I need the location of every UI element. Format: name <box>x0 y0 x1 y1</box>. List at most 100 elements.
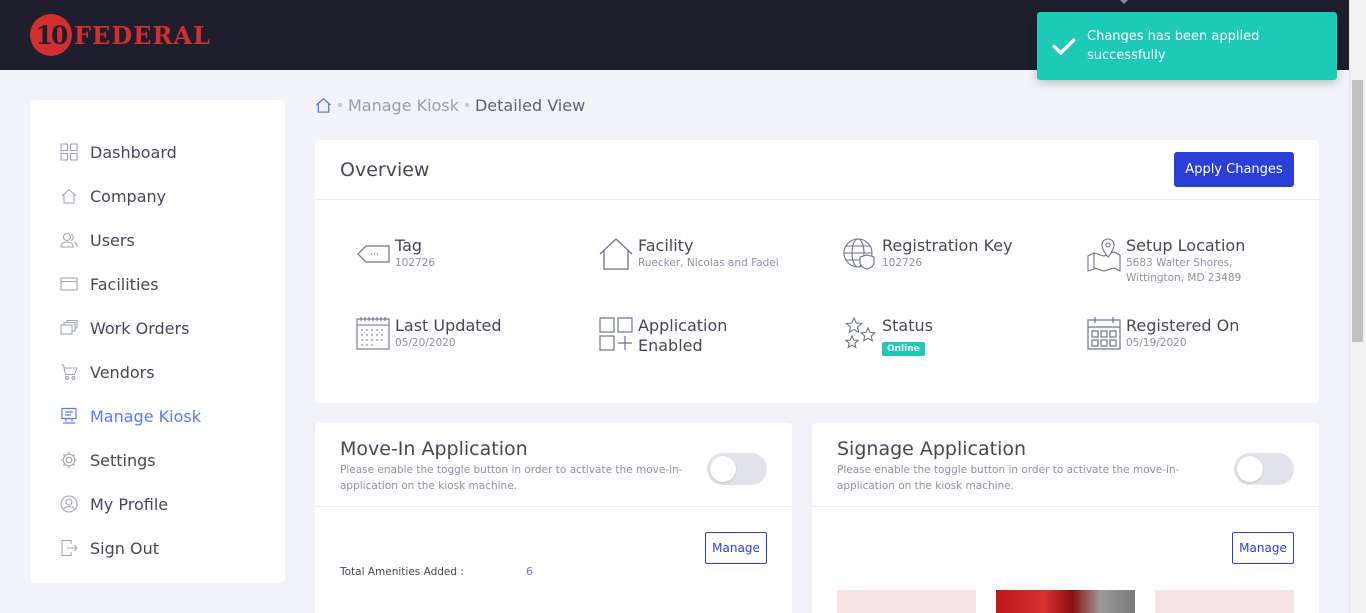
success-toast[interactable]: Changes has been applied successfully <box>1037 12 1337 80</box>
breadcrumb-separator <box>464 103 469 107</box>
registration-key-label: Registration Key <box>882 236 1013 255</box>
signage-thumbnail[interactable] <box>1155 590 1294 613</box>
sidebar-item-label: My Profile <box>90 494 169 514</box>
tag-value: 102726 <box>395 257 436 269</box>
tag-icon <box>357 245 390 263</box>
amenities-label: Total Amenities Added : <box>340 566 464 578</box>
sidebar-item-users[interactable]: Users <box>30 218 285 262</box>
sidebar-item-label: Work Orders <box>90 318 190 338</box>
grid-icon <box>60 143 78 161</box>
sidebar-item-vendors[interactable]: Vendors <box>30 350 285 394</box>
amenities-value: 6 <box>526 565 533 578</box>
facility-value: Ruecker, Nicolas and Fadel <box>638 257 779 269</box>
globe-shield-icon <box>843 238 875 270</box>
brand-logo[interactable]: 10 FEDERAL <box>30 13 211 57</box>
facility-label: Facility <box>638 236 694 255</box>
sidebar-item-label: Facilities <box>90 274 159 294</box>
facility-info: Facility Ruecker, Nicolas and Fadel <box>598 236 779 272</box>
check-icon <box>1052 38 1076 55</box>
overview-header: Overview Apply Changes <box>315 140 1319 200</box>
sidebar-item-sign-out[interactable]: Sign Out <box>30 526 285 570</box>
move-in-toggle[interactable] <box>707 453 767 485</box>
sidebar-item-company[interactable]: Company <box>30 174 285 218</box>
sidebar-item-work-orders[interactable]: Work Orders <box>30 306 285 350</box>
toggle-knob <box>1237 456 1263 482</box>
setup-location-info: Setup Location 5683 Walter Shores, Witti… <box>1086 236 1245 286</box>
apply-changes-button[interactable]: Apply Changes <box>1174 152 1294 187</box>
sidebar-item-label: Sign Out <box>90 538 159 558</box>
status-info: Status Online <box>842 316 933 356</box>
toast-message: Changes has been applied successfully <box>1087 29 1260 63</box>
application-info: Application Enabled <box>598 316 727 356</box>
sidebar-item-my-profile[interactable]: My Profile <box>30 482 285 526</box>
signage-toggle[interactable] <box>1234 453 1294 485</box>
setup-location-line2: Wittington, MD 23489 <box>1126 272 1242 284</box>
kiosk-icon <box>61 407 77 424</box>
scrollbar-thumb[interactable] <box>1352 80 1363 342</box>
sidebar-item-settings[interactable]: Settings <box>30 438 285 482</box>
calendar-icon <box>356 317 390 350</box>
tag-label: Tag <box>395 236 423 255</box>
signage-thumbnail[interactable] <box>996 590 1135 613</box>
cart-icon <box>61 364 78 380</box>
last-updated-info: Last Updated 05/20/2020 <box>355 316 502 352</box>
sidebar: Dashboard Company Users Facilities Work … <box>30 100 285 583</box>
sidebar-item-label: Dashboard <box>90 142 177 162</box>
breadcrumb: Manage Kiosk Detailed View <box>315 94 585 116</box>
home-icon[interactable] <box>315 97 332 114</box>
last-updated-value: 05/20/2020 <box>395 337 456 349</box>
move-in-header: Move-In Application Please enable the to… <box>315 423 792 507</box>
tag-info: Tag 102726 <box>355 236 435 272</box>
gear-icon <box>61 452 77 468</box>
status-label: Status <box>882 316 933 335</box>
sidebar-item-manage-kiosk[interactable]: Manage Kiosk <box>30 394 285 438</box>
registration-key-value: 102726 <box>882 257 923 269</box>
breadcrumb-manage-kiosk[interactable]: Manage Kiosk <box>348 96 459 115</box>
signage-description: Please enable the toggle button in order… <box>837 464 1180 492</box>
sidebar-item-facilities[interactable]: Facilities <box>30 262 285 306</box>
logo-badge: 10 <box>30 14 72 56</box>
move-in-title: Move-In Application <box>340 438 528 460</box>
home-icon <box>61 188 77 204</box>
calendar-grid-icon <box>1087 317 1121 350</box>
archive-icon <box>60 277 78 291</box>
registration-key-info: Registration Key 102726 <box>842 236 1013 272</box>
toggle-knob <box>710 456 736 482</box>
move-in-description: Please enable the toggle button in order… <box>340 464 683 492</box>
signage-manage-button[interactable]: Manage <box>1232 532 1294 564</box>
registered-on-value: 05/19/2020 <box>1126 337 1187 349</box>
signage-application-card: Signage Application Please enable the to… <box>812 423 1319 613</box>
signage-header: Signage Application Please enable the to… <box>812 423 1319 507</box>
house-icon <box>599 238 633 270</box>
move-in-application-card: Move-In Application Please enable the to… <box>315 423 792 613</box>
map-pin-icon <box>1087 238 1121 272</box>
sidebar-item-label: Settings <box>90 450 156 470</box>
sidebar-item-label: Company <box>90 186 167 206</box>
application-label-line1: Application <box>638 316 728 335</box>
registered-on-info: Registered On 05/19/2020 <box>1086 316 1239 352</box>
status-badge: Online <box>882 342 925 356</box>
setup-location-label: Setup Location <box>1126 236 1246 255</box>
sign-out-icon <box>61 539 78 557</box>
last-updated-label: Last Updated <box>395 316 502 335</box>
user-circle-icon <box>60 495 78 513</box>
apps-add-icon <box>599 317 633 351</box>
move-in-manage-button[interactable]: Manage <box>705 532 767 564</box>
stars-icon <box>844 316 877 349</box>
sidebar-item-label: Vendors <box>90 362 155 382</box>
sidebar-item-dashboard[interactable]: Dashboard <box>30 130 285 174</box>
application-label-line2: Enabled <box>638 336 703 355</box>
users-icon <box>60 232 78 248</box>
sidebar-item-label: Users <box>90 230 135 250</box>
registered-on-label: Registered On <box>1126 316 1240 335</box>
overview-title: Overview <box>340 158 430 181</box>
logo-text: FEDERAL <box>74 20 211 50</box>
sidebar-item-label: Manage Kiosk <box>90 406 201 426</box>
breadcrumb-separator <box>338 103 342 107</box>
stack-icon <box>60 319 78 335</box>
overview-card: Overview Apply Changes Tag 102726 Facili… <box>315 140 1319 403</box>
breadcrumb-current: Detailed View <box>474 95 586 115</box>
signage-title: Signage Application <box>837 438 1027 460</box>
setup-location-line1: 5683 Walter Shores, <box>1126 257 1233 269</box>
signage-thumbnail[interactable] <box>837 590 976 613</box>
